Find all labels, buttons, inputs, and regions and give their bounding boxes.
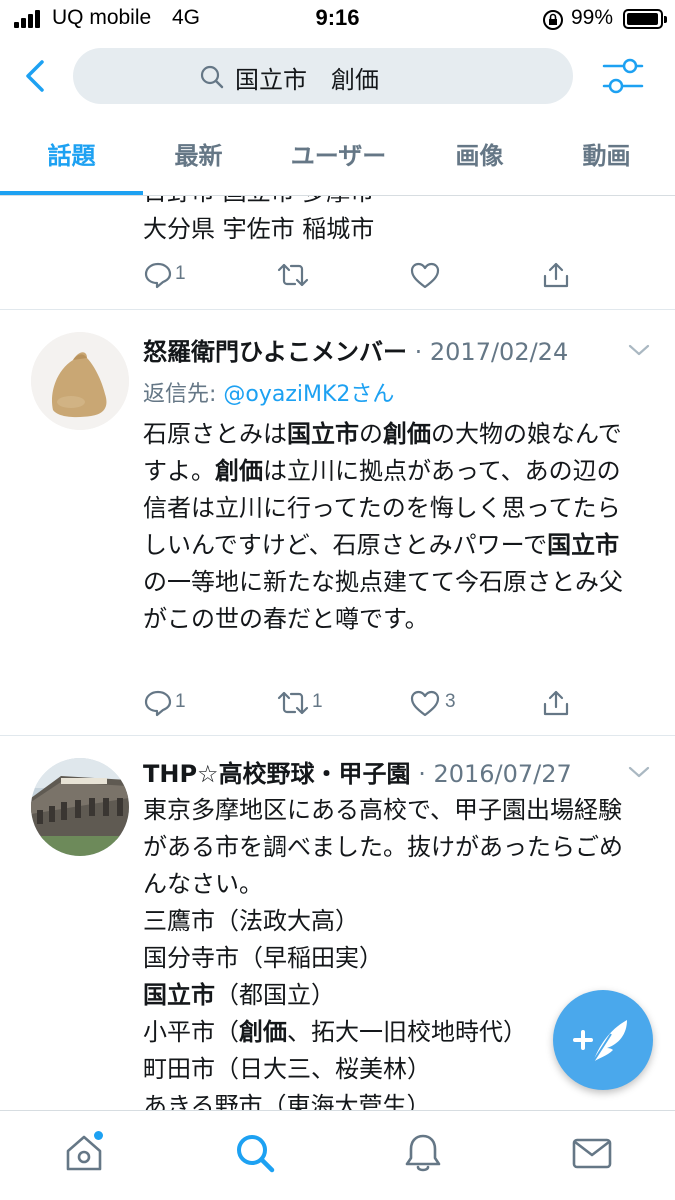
reply-to-line: 返信先: @oyaziMK2さん <box>143 376 394 408</box>
chevron-down-icon[interactable] <box>627 342 651 358</box>
feather-plus-icon <box>573 1020 627 1063</box>
battery-percent: 99% <box>571 6 614 29</box>
tweet-text-line: 大分県 宇佐市 稲城市 <box>143 215 375 243</box>
avatar[interactable] <box>31 332 129 430</box>
separator: · <box>407 338 430 366</box>
reply-count: 1 <box>175 263 186 284</box>
speech-bubble-icon <box>144 690 172 717</box>
separator: · <box>410 760 434 788</box>
avatar[interactable] <box>31 758 129 856</box>
search-icon[interactable] <box>233 1131 277 1175</box>
author-name[interactable]: THP☆高校野球・甲子園 <box>143 760 411 788</box>
retweet-button[interactable]: 1 <box>276 686 336 722</box>
back-button[interactable] <box>20 56 52 96</box>
like-count: 3 <box>445 691 456 712</box>
tab-users[interactable]: ユーザー <box>271 120 406 196</box>
tweet-date[interactable]: 2016/07/27 <box>433 760 571 788</box>
reply-button[interactable]: 1 <box>143 258 203 294</box>
battery-icon <box>623 9 667 29</box>
heart-icon <box>410 690 440 717</box>
retweet-button[interactable] <box>276 258 316 294</box>
retweet-icon <box>277 263 309 287</box>
heart-icon <box>410 262 440 289</box>
author-name[interactable]: 怒羅衛門ひよこメンバー <box>143 338 407 366</box>
search-header: 国立市 創価 <box>0 40 675 120</box>
tweet-actions: 1 1 3 <box>143 686 613 722</box>
share-icon <box>543 690 569 716</box>
search-query: 国立市 創価 <box>235 66 379 94</box>
search-icon <box>200 65 224 89</box>
tweet-date[interactable]: 2017/02/24 <box>430 338 568 366</box>
share-button[interactable] <box>541 686 581 722</box>
like-button[interactable]: 3 <box>409 686 469 722</box>
tweet[interactable]: 怒羅衛門ひよこメンバー · 2017/02/24 返信先: @oyaziMK2さ… <box>0 310 675 736</box>
tweet-text: 石原さとみは国立市の創価の大物の娘なんですよ。創価は立川に拠点があって、あの辺の… <box>143 420 623 633</box>
bottom-navigation <box>0 1110 675 1200</box>
search-tabs: 話題 最新 ユーザー 画像 動画 <box>0 120 675 196</box>
reply-to-handle[interactable]: @oyaziMK2さん <box>223 382 394 407</box>
tweet-header: 怒羅衛門ひよこメンバー · 2017/02/24 <box>143 332 643 372</box>
rotation-lock-icon <box>543 10 563 30</box>
tab-images[interactable]: 画像 <box>412 120 547 196</box>
speech-bubble-icon <box>144 262 172 289</box>
share-icon <box>543 262 569 288</box>
reply-to-prefix: 返信先: <box>143 382 224 407</box>
tab-top[interactable]: 話題 <box>4 120 139 196</box>
tweet-actions: 1 <box>143 258 613 294</box>
tweet-header: THP☆高校野球・甲子園 · 2016/07/27 <box>143 754 643 794</box>
compose-tweet-button[interactable] <box>553 990 653 1090</box>
retweet-count: 1 <box>312 691 323 712</box>
like-button[interactable] <box>409 258 449 294</box>
reply-button[interactable]: 1 <box>143 686 203 722</box>
reply-count: 1 <box>175 691 186 712</box>
search-input[interactable]: 国立市 創価 <box>73 48 573 104</box>
tweet-text: 日野市 国立市 多摩市 大分県 宇佐市 稲城市 <box>143 196 643 248</box>
hiyoko-avatar-image <box>31 332 129 430</box>
tab-latest[interactable]: 最新 <box>131 120 266 196</box>
stadium-avatar-image <box>31 758 129 856</box>
chevron-down-icon[interactable] <box>627 764 651 780</box>
retweet-icon <box>277 691 309 715</box>
filter-settings-button[interactable] <box>600 56 646 96</box>
bell-icon[interactable] <box>401 1131 445 1175</box>
share-button[interactable] <box>541 258 581 294</box>
tweet-text-line: 日野市 国立市 多摩市 <box>143 196 643 211</box>
tweet-partial[interactable]: 日野市 国立市 多摩市 大分県 宇佐市 稲城市 1 <box>0 196 675 310</box>
tab-videos[interactable]: 動画 <box>539 120 674 196</box>
status-bar: UQ mobile 4G 9:16 99% <box>0 0 675 40</box>
active-tab-indicator <box>0 191 143 195</box>
search-results-feed[interactable]: 日野市 国立市 多摩市 大分県 宇佐市 稲城市 1 <box>0 196 675 1110</box>
envelope-icon[interactable] <box>570 1131 614 1175</box>
home-notification-dot <box>94 1131 103 1140</box>
